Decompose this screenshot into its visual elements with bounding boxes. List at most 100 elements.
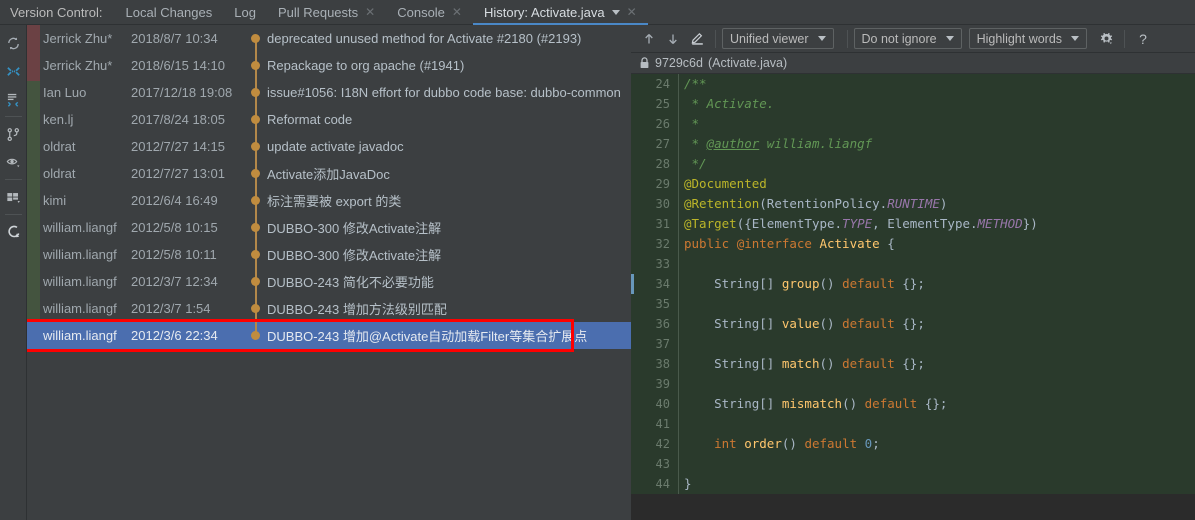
code-line: 35 [631,294,1195,314]
code-token: william.liangf [759,136,873,151]
help-button[interactable]: ? [1131,28,1155,50]
commit-row[interactable]: ken.lj 2017/8/24 18:05 Reformat code [27,106,631,133]
code-token: String[] [684,396,782,411]
code-token: {}; [894,356,925,371]
previous-difference-icon[interactable] [637,28,661,50]
code-token: }) [1022,216,1038,231]
tab-pull-requests[interactable]: Pull Requests ✕ [267,0,386,25]
show-diff-icon[interactable] [0,183,27,211]
code-token: default [864,396,918,411]
commit-author: william.liangf [43,274,117,289]
chevron-down-icon [945,36,954,41]
diff-toolbar: Unified viewer Do not ignore Highlight w… [631,25,1195,53]
code-token: {}; [894,316,925,331]
commit-row[interactable]: Ian Luo 2017/12/18 19:08 issue#1056: I18N … [27,79,631,106]
line-number: 42 [655,437,670,451]
code-token: { [879,236,895,251]
commit-message: Repackage to org apache (#1941) [267,58,465,73]
code-token: default [842,316,895,331]
code-token: TYPE [842,216,873,231]
commit-row[interactable]: Jerrick Zhu* 2018/6/15 14:10 Repackage to … [27,52,631,79]
code-text: String[] group() default {}; [684,274,925,294]
version-control-tabbar: Version Control: Local Changes Log Pull Re… [0,0,1195,25]
edit-source-icon[interactable] [685,28,709,50]
ignore-mode-select[interactable]: Do not ignore [853,28,962,49]
code-token: default [804,436,858,451]
commit-date: 2017/8/24 18:05 [131,112,225,127]
commit-history-list[interactable]: Jerrick Zhu* 2018/8/7 10:34 deprecated unu… [27,25,631,520]
code-line: 37 [631,334,1195,354]
code-token: /** [684,76,707,91]
code-line: 38 String[] match() default {}; [631,354,1195,374]
tab-history-activate-java[interactable]: History: Activate.java ✕ [472,0,648,25]
commit-row[interactable]: oldrat 2012/7/27 14:15 update activate jav… [27,133,631,160]
code-text: String[] mismatch() default {}; [684,394,947,414]
code-token: match [781,356,820,371]
lock-icon [639,57,650,69]
gear-icon[interactable] [1094,28,1118,50]
code-token: Activate [819,236,880,251]
revision-filename: (Activate.java) [707,56,788,70]
tab-label: Local Changes [125,4,213,20]
tab-local-changes[interactable]: Local Changes [115,0,224,25]
revert-icon[interactable] [0,218,27,246]
close-icon[interactable]: ✕ [365,6,375,18]
viewer-mode-select[interactable]: Unified viewer [722,28,834,49]
highlight-mode-select[interactable]: Highlight words [968,28,1088,49]
commit-author: Jerrick Zhu* [43,58,113,73]
code-token: {}; [894,276,925,291]
sidebar-divider-2 [4,179,22,180]
commit-date: 2012/3/7 1:54 [131,301,211,316]
code-token: () [819,316,843,331]
tab-label: Console [397,4,445,20]
tab-console[interactable]: Console ✕ [386,0,473,25]
commit-graph-node [247,187,265,214]
next-difference-icon[interactable] [661,28,685,50]
commit-row[interactable]: william.liangf 2012/5/8 10:15 DUBBO-300 修改… [27,214,631,241]
close-icon[interactable]: ✕ [627,6,637,18]
refresh-icon[interactable] [0,29,27,57]
tab-log[interactable]: Log [223,0,267,25]
group-by-icon[interactable] [0,85,27,113]
code-token: order [744,436,782,451]
commit-row[interactable]: william.liangf 2012/3/7 1:54 DUBBO-243 增加方… [27,295,631,322]
commit-row[interactable]: william.liangf 2012/3/7 12:34 DUBBO-243 简化… [27,268,631,295]
commit-message: update activate javadoc [267,139,404,154]
code-line: 43 [631,454,1195,474]
close-icon[interactable]: ✕ [452,6,462,18]
commit-author: oldrat [43,139,76,154]
chevron-down-icon[interactable] [611,9,620,15]
code-line: 42 int order() default 0; [631,434,1195,454]
code-line: 29 @Documented [631,174,1195,194]
commit-message: Reformat code [267,112,353,127]
commit-row[interactable]: kimi 2012/6/4 16:49 标注需要被 export 的类 [27,187,631,214]
eye-preview-icon[interactable] [0,148,27,176]
line-number: 43 [655,457,670,471]
commit-graph-node [247,295,265,322]
diff-viewer-pane: Unified viewer Do not ignore Highlight w… [631,25,1195,520]
commit-row[interactable]: william.liangf 2012/3/6 22:34 DUBBO-243 增加… [27,322,631,349]
commit-row[interactable]: Jerrick Zhu* 2018/8/7 10:34 deprecated unu… [27,25,631,52]
code-token: String[] [684,316,782,331]
commit-row[interactable]: william.liangf 2012/5/8 10:11 DUBBO-300 修改… [27,241,631,268]
commit-graph-node [247,52,265,79]
code-token: () [842,396,865,411]
line-number: 40 [655,397,670,411]
code-line: 26 * [631,114,1195,134]
commit-author: william.liangf [43,328,117,343]
commit-graph-node [247,106,265,133]
line-number: 36 [655,317,670,331]
commit-message: DUBBO-243 增加@Activate自动加载Filter等集合扩展点 [267,329,588,344]
line-number: 30 [655,197,670,211]
vcs-tool-sidebar [0,25,27,520]
chevron-down-icon [817,36,826,41]
collapse-all-icon[interactable] [0,57,27,85]
line-number: 31 [655,217,670,231]
code-token: () [819,276,843,291]
commit-row[interactable]: oldrat 2012/7/27 13:01 Activate添加JavaDoc [27,160,631,187]
line-number: 25 [655,97,670,111]
code-text: int order() default 0; [684,434,880,454]
branch-icon[interactable] [0,120,27,148]
code-diff-area[interactable]: 24/** 25 * Activate. 26 * 27 * @author will… [631,74,1195,518]
code-token: METHOD [977,216,1023,231]
